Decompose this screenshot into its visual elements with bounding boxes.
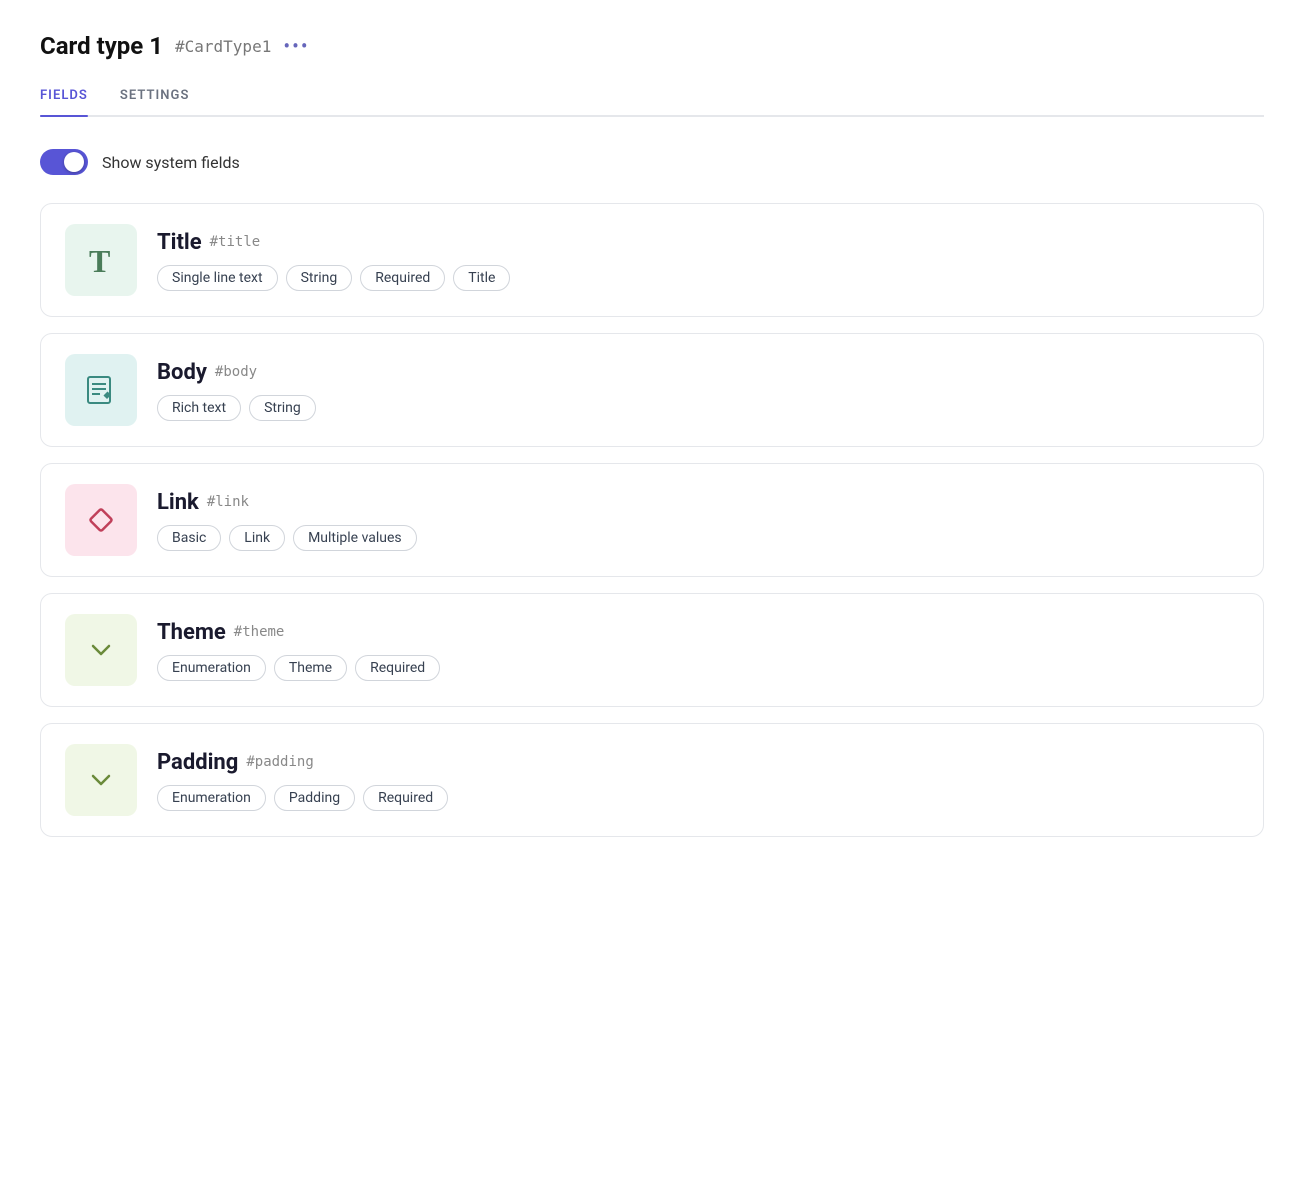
field-info: Title #title Single line text String Requi… — [157, 230, 510, 291]
field-hash: #theme — [234, 624, 285, 640]
field-tags: Basic Link Multiple values — [157, 525, 417, 551]
field-tag: Required — [363, 785, 448, 811]
page-header: Card type 1 #CardType1 ••• — [40, 32, 1264, 60]
show-system-fields-row: Show system fields — [40, 149, 1264, 175]
field-icon — [65, 484, 137, 556]
field-card: T Title #title Single line text String Req… — [40, 203, 1264, 317]
field-card: Theme #theme Enumeration Theme Required — [40, 593, 1264, 707]
show-system-fields-toggle[interactable] — [40, 149, 88, 175]
field-tag: Multiple values — [293, 525, 417, 551]
more-options-button[interactable]: ••• — [283, 34, 309, 58]
field-tag: String — [249, 395, 316, 421]
field-icon — [65, 744, 137, 816]
field-icon: T — [65, 224, 137, 296]
field-tag: String — [286, 265, 353, 291]
field-name: Link #link — [157, 490, 417, 515]
field-info: Theme #theme Enumeration Theme Required — [157, 620, 440, 681]
tabs-nav: FIELDS SETTINGS — [40, 88, 1264, 117]
field-tag: Basic — [157, 525, 221, 551]
field-tag: Theme — [274, 655, 347, 681]
field-tag: Single line text — [157, 265, 278, 291]
field-tags: Rich text String — [157, 395, 316, 421]
field-info: Link #link Basic Link Multiple values — [157, 490, 417, 551]
tab-settings[interactable]: SETTINGS — [120, 88, 190, 115]
field-tag: Title — [453, 265, 510, 291]
field-tag: Required — [360, 265, 445, 291]
svg-text:T: T — [89, 243, 110, 278]
field-icon — [65, 614, 137, 686]
field-info: Body #body Rich text String — [157, 360, 316, 421]
field-name: Title #title — [157, 230, 510, 255]
field-tags: Enumeration Padding Required — [157, 785, 448, 811]
field-card: Link #link Basic Link Multiple values — [40, 463, 1264, 577]
field-tag: Padding — [274, 785, 355, 811]
tab-fields[interactable]: FIELDS — [40, 88, 88, 115]
field-tags: Enumeration Theme Required — [157, 655, 440, 681]
field-card: Body #body Rich text String — [40, 333, 1264, 447]
page-title: Card type 1 — [40, 32, 163, 60]
field-icon — [65, 354, 137, 426]
field-hash: #title — [210, 234, 261, 250]
field-tag: Rich text — [157, 395, 241, 421]
field-tag: Link — [229, 525, 285, 551]
field-tags: Single line text String Required Title — [157, 265, 510, 291]
field-card: Padding #padding Enumeration Padding Requi… — [40, 723, 1264, 837]
field-hash: #link — [207, 494, 249, 510]
field-hash: #body — [215, 364, 257, 380]
field-name: Body #body — [157, 360, 316, 385]
toggle-knob — [64, 152, 84, 172]
field-tag: Enumeration — [157, 655, 266, 681]
page-id: #CardType1 — [175, 37, 271, 56]
field-tag: Required — [355, 655, 440, 681]
field-name: Padding #padding — [157, 750, 448, 775]
field-tag: Enumeration — [157, 785, 266, 811]
show-system-fields-label: Show system fields — [102, 153, 240, 172]
field-info: Padding #padding Enumeration Padding Requi… — [157, 750, 448, 811]
field-name: Theme #theme — [157, 620, 440, 645]
field-hash: #padding — [246, 754, 313, 770]
fields-list: T Title #title Single line text String Req… — [40, 203, 1264, 837]
